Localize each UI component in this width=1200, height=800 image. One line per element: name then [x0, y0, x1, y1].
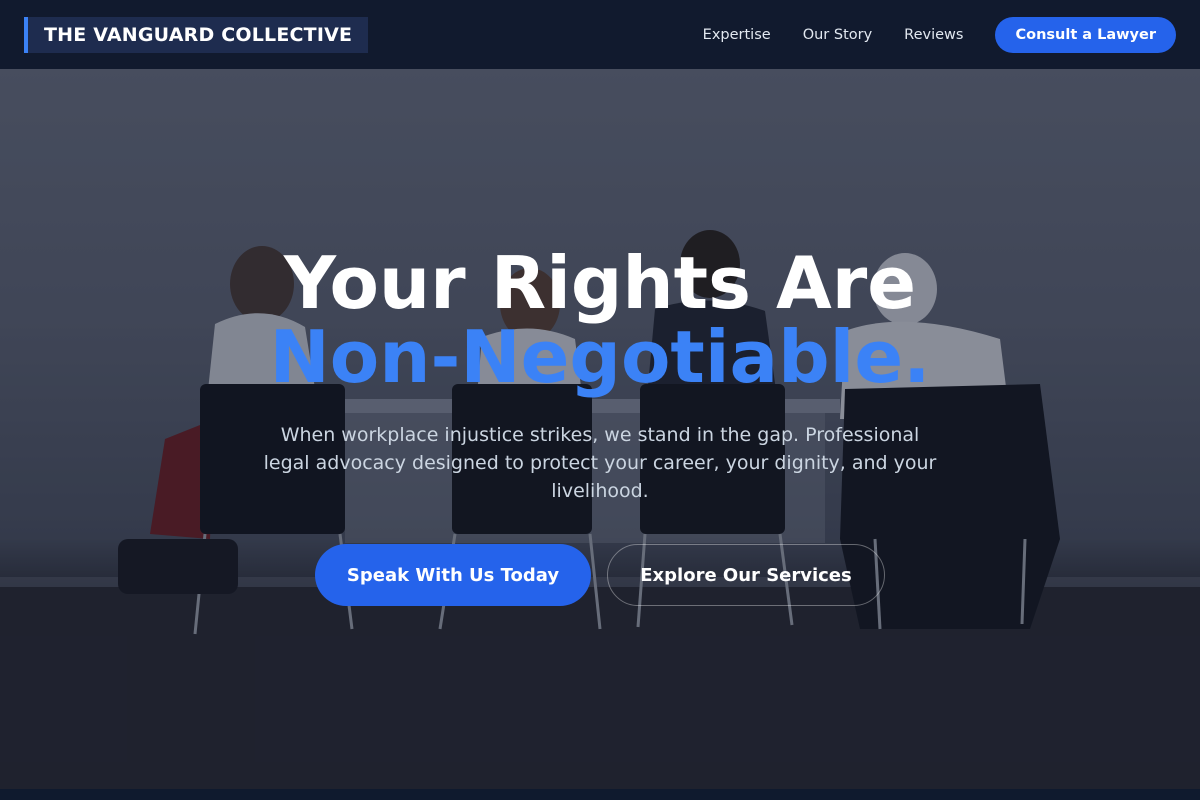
top-navbar: THE VANGUARD COLLECTIVE Expertise Our St… — [0, 0, 1200, 69]
hero-headline: Your Rights Are — [283, 241, 917, 325]
nav-link-reviews[interactable]: Reviews — [904, 27, 963, 43]
consult-lawyer-button[interactable]: Consult a Lawyer — [995, 16, 1176, 53]
nav-link-expertise[interactable]: Expertise — [703, 27, 771, 43]
nav-link-our-story[interactable]: Our Story — [803, 27, 872, 43]
brand-logo[interactable]: THE VANGUARD COLLECTIVE — [24, 16, 369, 53]
hero-section: Your Rights Are Non-Negotiable. When wor… — [0, 69, 1200, 789]
hero-subtitle: When workplace injustice strikes, we sta… — [263, 424, 937, 502]
hero-headline-accent: Non-Negotiable. — [269, 315, 931, 399]
next-section-edge — [0, 789, 1200, 800]
explore-services-button[interactable]: Explore Our Services — [607, 544, 885, 606]
hero-content: Your Rights Are Non-Negotiable. When wor… — [0, 69, 1200, 789]
main-nav: Expertise Our Story Reviews Consult a La… — [703, 16, 1176, 53]
brand-name: THE VANGUARD COLLECTIVE — [44, 23, 353, 46]
speak-with-us-button[interactable]: Speak With Us Today — [315, 544, 591, 606]
